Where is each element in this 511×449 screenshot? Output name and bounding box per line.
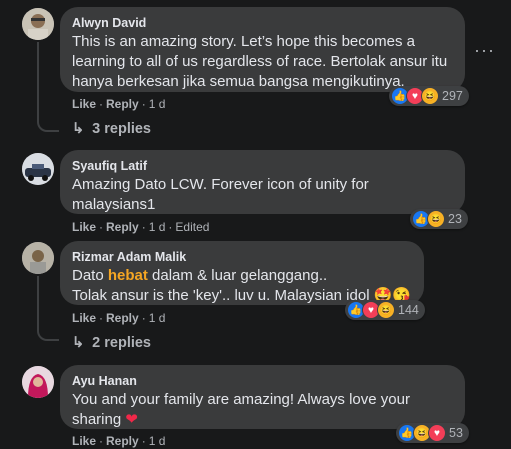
like-button[interactable]: Like	[72, 220, 96, 234]
view-replies-button[interactable]: ↳ 3 replies	[72, 121, 151, 137]
like-button[interactable]: Like	[72, 97, 96, 111]
comment-actions: Like · Reply · 1 d · Edited	[72, 220, 210, 234]
comment-author[interactable]: Alwyn David	[72, 15, 453, 31]
avatar[interactable]	[22, 153, 54, 185]
haha-reaction-icon: 😆	[427, 210, 445, 228]
thread-connector	[37, 276, 59, 341]
reaction-count: 297	[442, 89, 463, 103]
comment-text-segment: Tolak ansur is the 'key'.. luv u. Malays…	[72, 287, 370, 304]
comment-actions: Like · Reply · 1 d	[72, 434, 166, 448]
reaction-count: 23	[448, 212, 462, 226]
comment-bubble: Ayu Hanan You and your family are amazin…	[60, 365, 465, 429]
comment-text: Amazing Dato LCW. Forever icon of unity …	[72, 176, 369, 213]
comment-author[interactable]: Rizmar Adam Malik	[72, 249, 412, 265]
view-replies-button[interactable]: ↳ 2 replies	[72, 335, 151, 351]
comment-text: This is an amazing story. Let’s hope thi…	[72, 33, 448, 90]
comment-time[interactable]: 1 d	[149, 311, 166, 325]
reply-button[interactable]: Reply	[106, 311, 139, 325]
heart-emoji-icon: ❤	[125, 411, 138, 428]
reply-button[interactable]: Reply	[106, 97, 139, 111]
comment-text-segment: You and your family are amazing! Always …	[72, 391, 410, 428]
reply-button[interactable]: Reply	[106, 434, 139, 448]
reply-button[interactable]: Reply	[106, 220, 139, 234]
comment-text: You and your family are amazing! Always …	[72, 390, 422, 430]
comment-time[interactable]: 1 d	[149, 434, 166, 448]
reaction-count: 53	[449, 426, 463, 440]
haha-reaction-icon: 😆	[377, 301, 395, 319]
reply-arrow-icon: ↳	[72, 121, 85, 137]
edited-label[interactable]: Edited	[175, 220, 209, 234]
replies-label: 3 replies	[92, 121, 151, 137]
reaction-summary[interactable]: 👍 😆 23	[410, 209, 468, 229]
comment-bubble: Alwyn David This is an amazing story. Le…	[60, 7, 465, 92]
like-button[interactable]: Like	[72, 434, 96, 448]
reaction-summary[interactable]: 👍 😆 ♥ 53	[396, 423, 469, 443]
reaction-summary[interactable]: 👍 ♥ 😆 144	[345, 300, 425, 320]
comment-author[interactable]: Syaufiq Latif	[72, 158, 453, 174]
comment-bubble: Syaufiq Latif Amazing Dato LCW. Forever …	[60, 150, 465, 214]
comment-author[interactable]: Ayu Hanan	[72, 373, 453, 389]
highlighted-word: hebat	[107, 267, 148, 284]
reply-arrow-icon: ↳	[72, 335, 85, 351]
avatar[interactable]	[22, 8, 54, 40]
avatar[interactable]	[22, 366, 54, 398]
comment-time[interactable]: 1 d	[149, 220, 166, 234]
comment-bubble: Rizmar Adam Malik Dato hebat dalam & lua…	[60, 241, 424, 305]
reaction-summary[interactable]: 👍 ♥ 😆 297	[389, 86, 469, 106]
love-reaction-icon: ♥	[428, 424, 446, 442]
like-button[interactable]: Like	[72, 311, 96, 325]
thread-connector	[37, 42, 59, 132]
avatar[interactable]	[22, 242, 54, 274]
comment-text-segment: dalam & luar gelanggang..	[147, 267, 328, 284]
comment-time[interactable]: 1 d	[149, 97, 166, 111]
comment-actions: Like · Reply · 1 d	[72, 97, 166, 111]
haha-reaction-icon: 😆	[421, 87, 439, 105]
more-options-icon[interactable]: ···	[474, 40, 495, 61]
reaction-count: 144	[398, 303, 419, 317]
comment-actions: Like · Reply · 1 d	[72, 311, 166, 325]
comment-text-segment: Dato	[72, 267, 108, 284]
replies-label: 2 replies	[92, 335, 151, 351]
